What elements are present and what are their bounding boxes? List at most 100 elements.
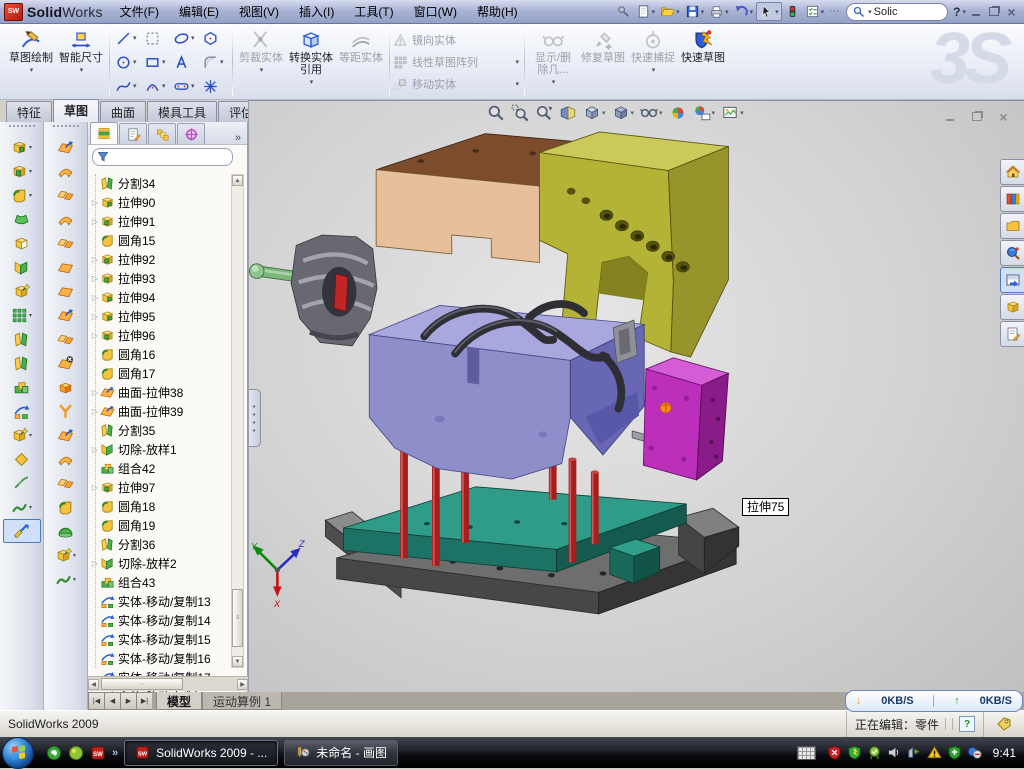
replace-face-button[interactable]	[47, 423, 85, 447]
select-region-tool[interactable]	[142, 26, 171, 50]
tab-草图[interactable]: 草图	[53, 99, 99, 122]
tree-item[interactable]: ▷拉伸92	[90, 250, 228, 269]
filled-surface-button[interactable]	[47, 255, 85, 279]
zoom-fit-button[interactable]	[487, 104, 505, 122]
help-button[interactable]: ?▾	[953, 4, 966, 19]
slot-tool[interactable]: ▾	[171, 74, 200, 98]
expand-arrow-icon[interactable]: ▷	[90, 198, 100, 207]
tree-horizontal-scrollbar[interactable]: ◀ ⋯ ▶	[88, 676, 248, 691]
scroll-up-button[interactable]: ▲	[232, 175, 243, 186]
display-style-button[interactable]: ▾	[612, 104, 635, 122]
doc-tab-模型[interactable]: 模型	[156, 692, 202, 710]
loft-button[interactable]	[3, 207, 41, 231]
shell-button[interactable]	[3, 231, 41, 255]
tree-item[interactable]: ▷拉伸95	[90, 307, 228, 326]
select-cursor-button[interactable]: ▾	[756, 2, 782, 21]
point-tool[interactable]	[200, 74, 229, 98]
minimize-button[interactable]	[967, 4, 984, 19]
scroll-left-button[interactable]: ◀	[88, 679, 99, 690]
menu-item-4[interactable]: 工具(T)	[345, 0, 402, 23]
expand-arrow-icon[interactable]: ▷	[90, 559, 100, 568]
tray-volume-icon[interactable]	[887, 745, 902, 760]
trim-surface-button[interactable]	[47, 471, 85, 495]
tree-item[interactable]: 圆角16	[90, 345, 228, 364]
helix-spiral-button[interactable]: ▾	[3, 495, 41, 519]
panel-splitter-handle[interactable]: ◂◂◂◂	[248, 389, 261, 447]
tree-item[interactable]: ▷拉伸93	[90, 269, 228, 288]
tree-item[interactable]: 分割36	[90, 535, 228, 554]
taskpane-file-explorer-tab[interactable]	[1000, 213, 1024, 239]
zoom-selected-button[interactable]	[535, 104, 553, 122]
thickened-cut-button[interactable]	[47, 399, 85, 423]
tab-模具工具[interactable]: 模具工具	[147, 101, 217, 122]
extruded-surface-button[interactable]	[47, 135, 85, 159]
print-button[interactable]: ▾	[707, 3, 731, 20]
swept-surface-button[interactable]	[47, 183, 85, 207]
tree-item[interactable]: ▷拉伸96	[90, 326, 228, 345]
ribbon-smart-dimension-button[interactable]: 智能尺寸▾	[56, 24, 106, 100]
taskpane-appearances-scenes-tab[interactable]	[1000, 294, 1024, 320]
tree-item[interactable]: ▷曲面-拉伸39	[90, 402, 228, 421]
taskbar-window-paint[interactable]: 未命名 - 画图	[284, 740, 398, 766]
tab-曲面[interactable]: 曲面	[100, 101, 146, 122]
tree-item[interactable]: 实体-移动/复制16	[90, 649, 228, 668]
statusbar-tag[interactable]	[983, 711, 1024, 737]
fillet-surface-button[interactable]	[47, 495, 85, 519]
graphics-viewport[interactable]: Y Z X ▾▾▾▾▾ × ◂◂◂◂ 拉伸75	[248, 100, 1024, 710]
tab-特征[interactable]: 特征	[6, 101, 52, 122]
edit-appearance-button[interactable]	[669, 104, 687, 122]
3d-model[interactable]: Y Z X	[249, 101, 1024, 710]
tray-security-green-icon[interactable]	[847, 745, 862, 760]
circle-tool[interactable]: ▾	[113, 50, 142, 74]
tree-item[interactable]: 实体-移动/复制13	[90, 592, 228, 611]
clamp-unit[interactable]	[291, 235, 377, 346]
wrap-button[interactable]	[3, 279, 41, 303]
tray-sync-blocked-icon[interactable]	[967, 745, 982, 760]
expand-arrow-icon[interactable]: ▷	[90, 255, 100, 264]
configuration-manager-tab[interactable]	[148, 123, 176, 144]
ribbon-convert-button[interactable]: 转换实体引用▾	[286, 24, 336, 100]
mold-block[interactable]	[369, 304, 658, 479]
boundary-surface-button[interactable]	[47, 231, 85, 255]
polygon-tool[interactable]	[200, 26, 229, 50]
doc-close-button[interactable]: ×	[995, 109, 1012, 124]
menu-item-6[interactable]: 帮助(H)	[468, 0, 527, 23]
start-button[interactable]	[2, 737, 34, 769]
view-orientation-button[interactable]: ▾	[583, 104, 606, 122]
save-button[interactable]: ▾	[683, 3, 707, 20]
next-tab-button[interactable]: ▶	[120, 692, 136, 710]
tray-badge-check-icon[interactable]	[867, 745, 882, 760]
taskpane-custom-properties-tab[interactable]	[1000, 321, 1024, 347]
taskpane-design-library-tab[interactable]	[1000, 186, 1024, 212]
tree-item[interactable]: 圆角18	[90, 497, 228, 516]
menu-item-0[interactable]: 文件(F)	[111, 0, 168, 23]
sketch-fillet-tool[interactable]: ▾	[200, 50, 229, 74]
tree-item[interactable]: 圆角17	[90, 364, 228, 383]
knit-surface-button[interactable]	[47, 327, 85, 351]
lofted-surface-button[interactable]	[47, 207, 85, 231]
toolbar-drag-handle[interactable]	[53, 125, 79, 132]
expand-arrow-icon[interactable]: ▷	[90, 331, 100, 340]
offset-surface-button[interactable]	[47, 303, 85, 327]
dimxpert-manager-tab[interactable]	[177, 123, 205, 144]
menu-item-5[interactable]: 窗口(W)	[405, 0, 466, 23]
scroll-right-button[interactable]: ▶	[237, 679, 248, 690]
expand-arrow-icon[interactable]: ▷	[90, 407, 100, 416]
planar-surface-button[interactable]	[47, 279, 85, 303]
tree-item[interactable]: ▷曲面-拉伸38	[90, 383, 228, 402]
ribbon-quick-sketch-button[interactable]: 快速草图	[678, 24, 728, 100]
quick-tip-help-icon[interactable]: ?	[959, 716, 975, 732]
tree-item[interactable]: ▷切除-放样1	[90, 440, 228, 459]
ellipse-tool[interactable]: ▾	[171, 26, 200, 50]
tree-filter-input[interactable]	[92, 148, 233, 166]
last-tab-button[interactable]: ▶|	[136, 692, 152, 710]
tree-item[interactable]: 圆角19	[90, 516, 228, 535]
expand-arrow-icon[interactable]: ▷	[90, 274, 100, 283]
helix-spiral-2-button[interactable]: ▾	[47, 567, 85, 591]
expand-arrow-icon[interactable]: ▷	[90, 312, 100, 321]
property-manager-tab[interactable]	[119, 123, 147, 144]
taskpane-solidworks-resources-tab[interactable]	[1000, 159, 1024, 185]
tree-item[interactable]: 分割34	[90, 174, 228, 193]
expand-arrow-icon[interactable]: ▷	[90, 293, 100, 302]
tree-item[interactable]: 组合42	[90, 459, 228, 478]
